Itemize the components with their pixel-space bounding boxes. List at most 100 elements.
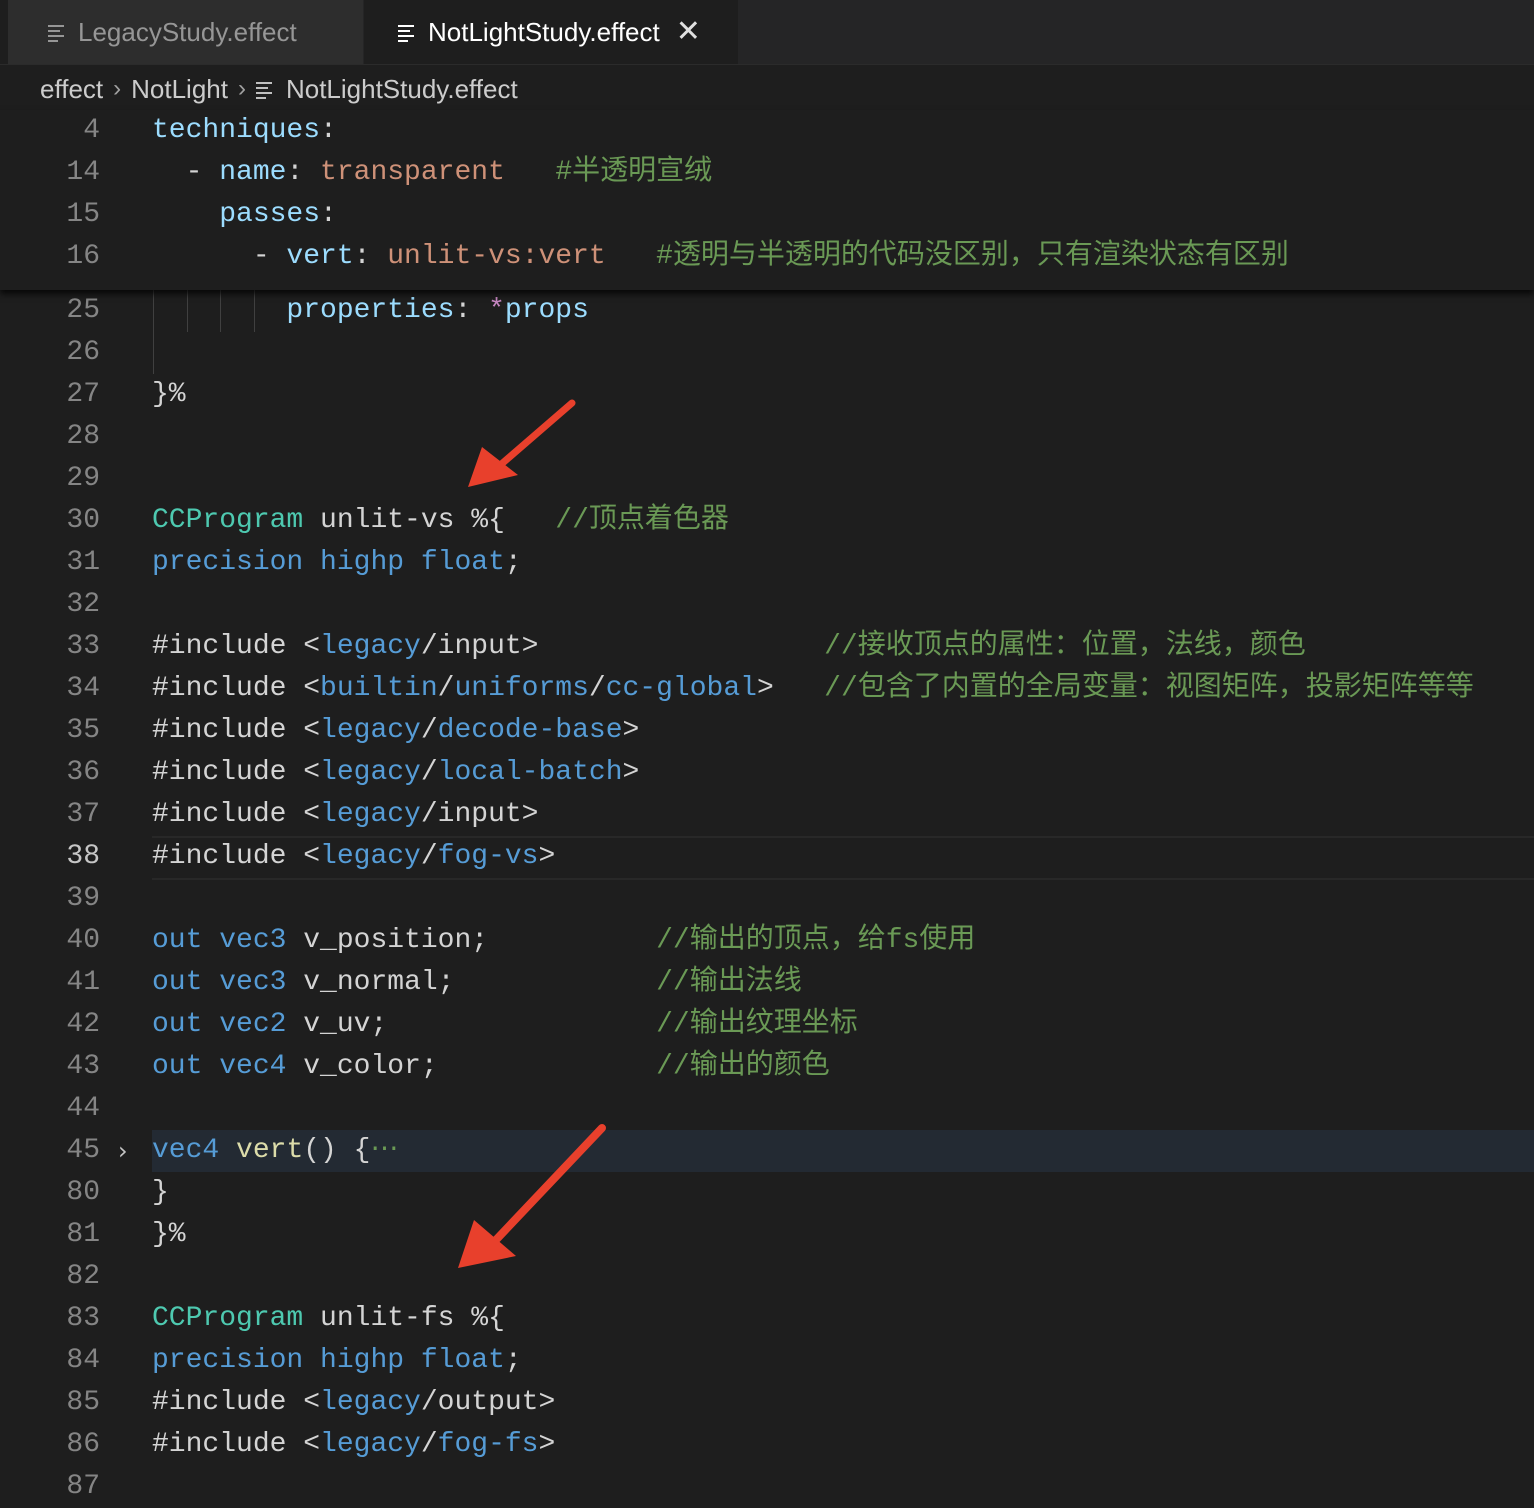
code-text[interactable]: CCProgram unlit-fs %{ xyxy=(152,1298,505,1340)
code-line[interactable]: 40 out vec3 v_position; //输出的顶点，给fs使用 xyxy=(0,920,1534,962)
code-token: fog-fs xyxy=(437,1429,539,1460)
code-text[interactable]: - name: transparent #半透明宣绒 xyxy=(152,152,713,194)
line-number[interactable]: 36 xyxy=(0,752,100,794)
code-line[interactable]: 37 #include <legacy/input> xyxy=(0,794,1534,836)
code-line[interactable]: 34 #include <builtin/uniforms/cc-global> … xyxy=(0,668,1534,710)
line-number[interactable]: 38 xyxy=(0,836,100,878)
close-icon[interactable]: ✕ xyxy=(676,17,701,47)
code-line[interactable]: 43 out vec4 v_color; //输出的颜色 xyxy=(0,1046,1534,1088)
code-text[interactable]: #include <legacy/fog-vs> xyxy=(152,836,555,878)
line-number[interactable]: 25 xyxy=(0,290,100,332)
code-text[interactable]: out vec3 v_normal; //输出法线 xyxy=(152,962,802,1004)
line-number[interactable]: 15 xyxy=(0,194,100,236)
code-text[interactable]: - vert: unlit-vs:vert #透明与半透明的代码没区别，只有渲染… xyxy=(152,236,1289,278)
code-line[interactable]: 38 #include <legacy/fog-vs> xyxy=(0,836,1534,878)
line-number[interactable]: 85 xyxy=(0,1382,100,1424)
line-number[interactable]: 83 xyxy=(0,1298,100,1340)
code-line[interactable]: 33 #include <legacy/input> //接收顶点的属性：位置，法… xyxy=(0,626,1534,668)
breadcrumb-item-effect[interactable]: effect xyxy=(40,74,103,105)
code-line[interactable]: 15 passes: xyxy=(0,194,1534,236)
code-token: unlit-fs %{ xyxy=(303,1303,505,1334)
code-text[interactable]: }% xyxy=(152,1214,186,1256)
line-number[interactable]: 14 xyxy=(0,152,100,194)
code-line[interactable]: 81}% xyxy=(0,1214,1534,1256)
line-number[interactable]: 43 xyxy=(0,1046,100,1088)
code-line[interactable]: 84 precision highp float; xyxy=(0,1340,1534,1382)
code-text[interactable]: } xyxy=(152,1172,169,1214)
code-text[interactable]: }% xyxy=(152,374,186,416)
code-text[interactable]: #include <legacy/decode-base> xyxy=(152,710,639,752)
code-line[interactable]: 4 techniques: xyxy=(0,110,1534,152)
line-number[interactable]: 29 xyxy=(0,458,100,500)
line-number[interactable]: 40 xyxy=(0,920,100,962)
line-number[interactable]: 42 xyxy=(0,1004,100,1046)
line-number[interactable]: 30 xyxy=(0,500,100,542)
code-text[interactable]: properties: *props xyxy=(152,290,588,332)
code-line[interactable]: 29 xyxy=(0,458,1534,500)
line-number[interactable]: 35 xyxy=(0,710,100,752)
code-line[interactable]: 80} xyxy=(0,1172,1534,1214)
code-line[interactable]: 42 out vec2 v_uv; //输出纹理坐标 xyxy=(0,1004,1534,1046)
line-number[interactable]: 80 xyxy=(0,1172,100,1214)
code-text[interactable]: #include <legacy/fog-fs> xyxy=(152,1424,555,1466)
code-line[interactable]: 28 xyxy=(0,416,1534,458)
code-text[interactable]: out vec3 v_position; //输出的顶点，给fs使用 xyxy=(152,920,975,962)
line-number[interactable]: 4 xyxy=(0,110,100,152)
code-line[interactable]: 45 vec4 vert() {⋯ xyxy=(0,1130,1534,1172)
line-number[interactable]: 32 xyxy=(0,584,100,626)
code-text[interactable]: precision highp float; xyxy=(152,1340,522,1382)
line-number[interactable]: 84 xyxy=(0,1340,100,1382)
code-line[interactable]: 36 #include <legacy/local-batch> xyxy=(0,752,1534,794)
code-line[interactable]: 25 properties: *props xyxy=(0,290,1534,332)
tab-legacy-study[interactable]: LegacyStudy.effect xyxy=(8,0,364,64)
line-number[interactable]: 37 xyxy=(0,794,100,836)
sticky-scroll-header[interactable]: 4 techniques: 14 - name: transparent #半透明宣… xyxy=(0,110,1534,290)
code-line[interactable]: 16 - vert: unlit-vs:vert #透明与半透明的代码没区别，只… xyxy=(0,236,1534,278)
code-line[interactable]: 35 #include <legacy/decode-base> xyxy=(0,710,1534,752)
line-number[interactable]: 39 xyxy=(0,878,100,920)
code-text[interactable]: precision highp float; xyxy=(152,542,522,584)
code-line[interactable]: 39 xyxy=(0,878,1534,920)
line-number[interactable]: 26 xyxy=(0,332,100,374)
code-line[interactable]: 83 CCProgram unlit-fs %{ xyxy=(0,1298,1534,1340)
code-text[interactable]: #include <builtin/uniforms/cc-global> //… xyxy=(152,668,1474,710)
code-line[interactable]: 32 xyxy=(0,584,1534,626)
line-number[interactable]: 31 xyxy=(0,542,100,584)
line-number[interactable]: 81 xyxy=(0,1214,100,1256)
line-number[interactable]: 82 xyxy=(0,1256,100,1298)
tab-not-light-study[interactable]: NotLightStudy.effect ✕ xyxy=(364,0,738,64)
line-number[interactable]: 28 xyxy=(0,416,100,458)
code-line[interactable]: 30 CCProgram unlit-vs %{ //顶点着色器 xyxy=(0,500,1534,542)
code-line[interactable]: 41 out vec3 v_normal; //输出法线 xyxy=(0,962,1534,1004)
code-line[interactable]: 26 xyxy=(0,332,1534,374)
code-text[interactable]: passes: xyxy=(152,194,337,236)
code-line[interactable]: 14 - name: transparent #半透明宣绒 xyxy=(0,152,1534,194)
code-text[interactable]: vec4 vert() {⋯ xyxy=(152,1130,398,1172)
breadcrumb-item-file[interactable]: NotLightStudy.effect xyxy=(286,74,518,105)
line-number[interactable]: 41 xyxy=(0,962,100,1004)
code-line[interactable]: 85 #include <legacy/output> xyxy=(0,1382,1534,1424)
code-line[interactable]: 86 #include <legacy/fog-fs> xyxy=(0,1424,1534,1466)
code-editor[interactable]: › 25 properties: *props 26 27}% 28 29 30 CCPro… xyxy=(0,290,1534,1502)
code-line[interactable]: 82 xyxy=(0,1256,1534,1298)
code-line[interactable]: 27}% xyxy=(0,374,1534,416)
code-line[interactable]: 31 precision highp float; xyxy=(0,542,1534,584)
line-number[interactable]: 45 xyxy=(0,1130,100,1172)
code-text[interactable]: #include <legacy/input> xyxy=(152,794,538,836)
code-text[interactable]: #include <legacy/input> //接收顶点的属性：位置，法线，… xyxy=(152,626,1306,668)
code-line[interactable]: 44 xyxy=(0,1088,1534,1130)
line-number[interactable]: 44 xyxy=(0,1088,100,1130)
code-text[interactable]: out vec2 v_uv; //输出纹理坐标 xyxy=(152,1004,858,1046)
breadcrumb-item-notlight[interactable]: NotLight xyxy=(131,74,228,105)
line-number[interactable]: 27 xyxy=(0,374,100,416)
code-text[interactable]: out vec4 v_color; //输出的颜色 xyxy=(152,1046,830,1088)
line-number[interactable]: 16 xyxy=(0,236,100,278)
line-number[interactable]: 86 xyxy=(0,1424,100,1466)
code-text[interactable]: #include <legacy/local-batch> xyxy=(152,752,639,794)
code-token: () { xyxy=(303,1135,371,1166)
code-text[interactable]: techniques: xyxy=(152,110,337,152)
line-number[interactable]: 33 xyxy=(0,626,100,668)
code-text[interactable]: CCProgram unlit-vs %{ //顶点着色器 xyxy=(152,500,729,542)
code-text[interactable]: #include <legacy/output> xyxy=(152,1382,555,1424)
line-number[interactable]: 34 xyxy=(0,668,100,710)
